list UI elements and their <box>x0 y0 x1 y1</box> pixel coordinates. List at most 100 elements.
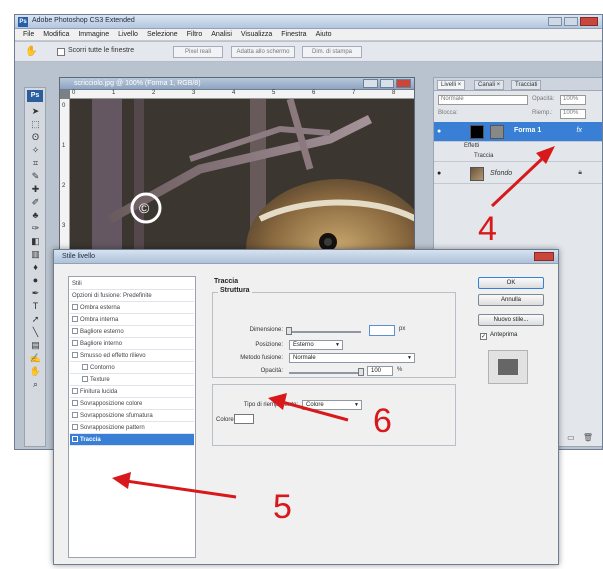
healing-tool-icon[interactable]: ✚ <box>29 184 42 195</box>
style-checkbox[interactable] <box>82 364 88 370</box>
style-checkbox[interactable] <box>72 340 78 346</box>
style-list-item[interactable]: Smusso ed effetto rilievo <box>70 350 194 362</box>
ok-button[interactable]: OK <box>478 277 544 289</box>
eye-icon[interactable]: ● <box>437 170 446 177</box>
doc-maximize-button[interactable] <box>379 79 395 88</box>
eraser-tool-icon[interactable]: ◧ <box>29 236 42 247</box>
blur-tool-icon[interactable]: ♦ <box>29 262 42 273</box>
pen-tool-icon[interactable]: ✒ <box>29 288 42 299</box>
magic-wand-tool-icon[interactable]: ✧ <box>29 145 42 156</box>
opacity-slider-handle[interactable] <box>358 368 364 376</box>
hand-tool-icon[interactable]: ✋ <box>25 46 37 57</box>
fx-icon[interactable]: fx <box>577 127 582 134</box>
layer-row-sfondo[interactable]: ● Sfondo 🔒︎ <box>434 164 602 184</box>
style-list-item[interactable]: Bagliore esterno <box>70 326 194 338</box>
crop-tool-icon[interactable]: ⌗ <box>29 158 42 169</box>
style-checkbox[interactable] <box>72 412 78 418</box>
size-slider-track[interactable] <box>289 331 361 333</box>
style-list-item[interactable]: Sovrapposizione sfumatura <box>70 410 194 422</box>
stamp-tool-icon[interactable]: ♣ <box>29 210 42 221</box>
menu-visualizza[interactable]: Visualizza <box>241 31 272 38</box>
style-checkbox[interactable] <box>72 316 78 322</box>
scroll-all-checkbox[interactable] <box>57 48 65 56</box>
style-list-item[interactable]: Contorno <box>70 362 194 374</box>
menu-filtro[interactable]: Filtro <box>187 31 203 38</box>
zoom-tool-icon[interactable]: ⌕ <box>29 379 42 390</box>
minimize-button[interactable] <box>548 17 562 26</box>
position-select[interactable]: Esterno ▼ <box>289 340 343 350</box>
fit-screen-button[interactable]: Adatta allo schermo <box>231 46 295 58</box>
print-size-button[interactable]: Dim. di stampa <box>302 46 362 58</box>
preview-checkbox[interactable]: ✓ <box>480 333 487 340</box>
cancel-button[interactable]: Annulla <box>478 294 544 306</box>
history-brush-tool-icon[interactable]: ✑ <box>29 223 42 234</box>
maximize-button[interactable] <box>564 17 578 26</box>
layer-row-forma-1[interactable]: ● Forma 1 fx <box>434 122 602 142</box>
style-list-item[interactable]: Ombra esterna <box>70 302 194 314</box>
menu-file[interactable]: File <box>23 31 34 38</box>
marquee-tool-icon[interactable]: ⬚ <box>29 119 42 130</box>
menu-analisi[interactable]: Analisi <box>211 31 232 38</box>
style-list-item[interactable]: Sovrapposizione pattern <box>70 422 194 434</box>
opacity-slider-track[interactable] <box>289 372 361 374</box>
layer-fill-input[interactable]: 100% <box>560 109 586 119</box>
style-checkbox[interactable] <box>72 436 78 442</box>
menu-aiuto[interactable]: Aiuto <box>316 31 332 38</box>
style-list-item[interactable]: Texture <box>70 374 194 386</box>
style-checkbox[interactable] <box>72 388 78 394</box>
style-list-item[interactable]: Stili <box>70 278 194 290</box>
layer-opacity-input[interactable]: 100% <box>560 95 586 105</box>
size-input[interactable] <box>369 325 395 336</box>
new-style-button[interactable]: Nuovo stile... <box>478 314 544 326</box>
style-checkbox[interactable] <box>82 376 88 382</box>
style-checkbox[interactable] <box>72 400 78 406</box>
image-canvas[interactable]: © <box>70 99 414 254</box>
real-pixels-button[interactable]: Pixel reali <box>173 46 223 58</box>
path-selection-tool-icon[interactable]: ➚ <box>29 314 42 325</box>
brush-tool-icon[interactable]: ✐ <box>29 197 42 208</box>
eye-icon[interactable]: ● <box>437 128 446 135</box>
gradient-tool-icon[interactable]: ▥ <box>29 249 42 260</box>
style-checkbox[interactable] <box>72 424 78 430</box>
style-list-item[interactable]: Finitura lucida <box>70 386 194 398</box>
layer-blend-mode-select[interactable]: Normale <box>438 95 528 105</box>
style-list-item[interactable]: Ombra interna <box>70 314 194 326</box>
eyedropper2-tool-icon[interactable]: ✍ <box>29 353 42 364</box>
dodge-tool-icon[interactable]: ● <box>29 275 42 286</box>
layer-row-effetti[interactable]: Effetti <box>434 142 602 152</box>
style-list-item[interactable]: Sovrapposizione colore <box>70 398 194 410</box>
hand-tool-panel-icon[interactable]: ✋ <box>29 366 42 377</box>
style-list-item[interactable]: Opzioni di fusione: Predefinite <box>70 290 194 302</box>
menu-selezione[interactable]: Selezione <box>147 31 178 38</box>
fill-type-select[interactable]: Colore ▼ <box>302 400 362 410</box>
move-tool-icon[interactable]: ➤ <box>29 106 42 117</box>
menu-modifica[interactable]: Modifica <box>43 31 69 38</box>
close-button[interactable] <box>580 17 598 26</box>
style-checkbox[interactable] <box>72 328 78 334</box>
type-tool-icon[interactable]: T <box>29 301 42 312</box>
eyedropper-tool-icon[interactable]: ✎ <box>29 171 42 182</box>
layers-panel-bottom-icons[interactable]: ▭ 🗑︎ <box>567 433 596 442</box>
doc-close-button[interactable] <box>396 79 412 88</box>
doc-minimize-button[interactable] <box>363 79 378 88</box>
menu-livello[interactable]: Livello <box>118 31 138 38</box>
layer-row-traccia-effect[interactable]: Traccia <box>434 152 602 162</box>
opacity-input[interactable]: 100 <box>367 366 393 376</box>
style-list-item[interactable]: Traccia <box>70 434 194 446</box>
size-slider-handle[interactable] <box>286 327 292 335</box>
notes-tool-icon[interactable]: ▤ <box>29 340 42 351</box>
menu-finestra[interactable]: Finestra <box>281 31 306 38</box>
tab-layers[interactable]: Livelli × <box>437 80 466 90</box>
style-list-item[interactable]: Bagliore interno <box>70 338 194 350</box>
lasso-tool-icon[interactable]: ʘ <box>29 132 42 143</box>
color-swatch[interactable] <box>234 414 254 424</box>
tab-channels[interactable]: Canali × <box>474 80 505 90</box>
style-checkbox[interactable] <box>72 304 78 310</box>
tab-paths[interactable]: Tracciati <box>511 80 542 90</box>
style-checkbox[interactable] <box>72 352 78 358</box>
menu-immagine[interactable]: Immagine <box>78 31 109 38</box>
blend-mode-select[interactable]: Normale ▼ <box>289 353 415 363</box>
chevron-down-icon: ▼ <box>354 402 359 408</box>
shape-tool-icon[interactable]: ╲ <box>29 327 42 338</box>
dialog-close-button[interactable] <box>534 252 554 261</box>
